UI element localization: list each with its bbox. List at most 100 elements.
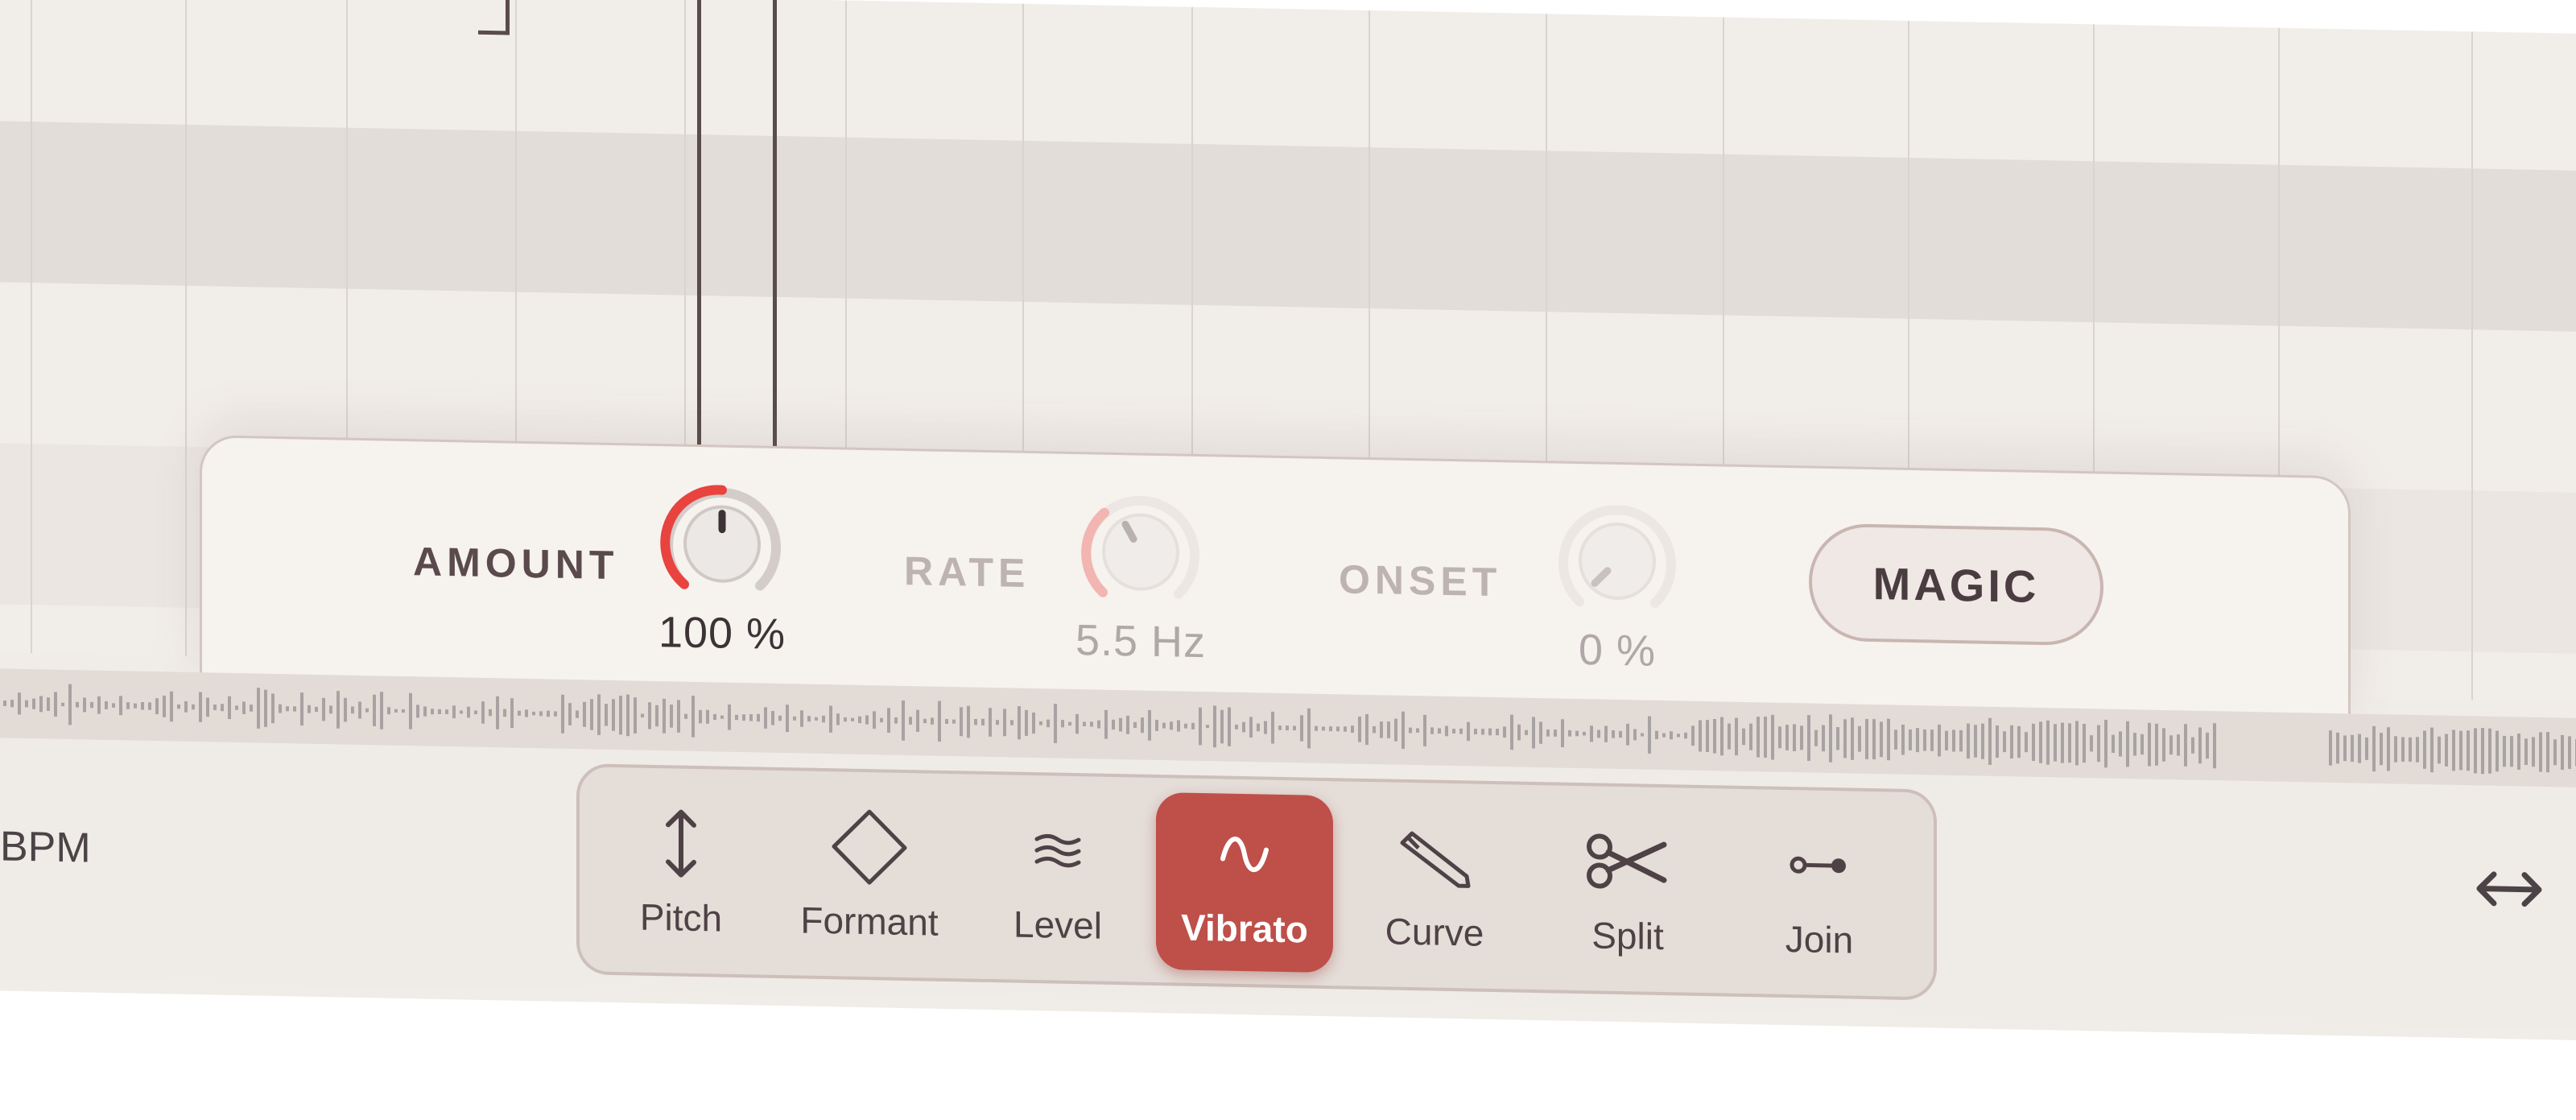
waveform-bar — [2017, 725, 2021, 758]
waveform-bar — [1155, 719, 1158, 731]
waveform-bar — [1075, 713, 1079, 734]
waveform-bar — [1249, 717, 1253, 738]
waveform-bar — [1872, 719, 1876, 760]
waveform-bar — [409, 692, 412, 729]
waveform-bar — [931, 717, 934, 725]
waveform-bar — [2445, 734, 2448, 767]
waveform-bar — [192, 704, 195, 710]
waveform-bar — [1481, 729, 1484, 735]
magic-button[interactable]: MAGIC — [1809, 523, 2103, 647]
grid-line — [185, 0, 187, 656]
waveform-bar — [561, 694, 564, 734]
waveform-bar — [1735, 717, 1738, 756]
waveform-bar — [1235, 724, 1238, 729]
onset-knob[interactable] — [1545, 487, 1690, 634]
waveform-bar — [634, 697, 637, 734]
diamond-icon — [829, 802, 910, 892]
waveform-bar — [365, 708, 369, 713]
waveform-bar — [1713, 718, 1716, 754]
waveform-bar — [1952, 729, 1955, 752]
waveform-bar — [626, 694, 630, 737]
waveform-bar — [1184, 723, 1187, 729]
app-window: AMOUNT 100 % RATE 5.5 Hz ONSET 0 % MAGIC… — [0, 0, 2576, 1120]
waveform-bar — [525, 709, 528, 717]
waveform-bar — [2409, 737, 2412, 762]
note-stem[interactable] — [773, 0, 777, 474]
waveform-bar — [1590, 725, 1593, 742]
tool-join[interactable]: Join — [1731, 804, 1908, 984]
waveform-bar — [1749, 723, 1752, 750]
waveform-bar — [2075, 721, 2079, 766]
waveform-bar — [605, 704, 608, 726]
waveform-bar — [1300, 715, 1303, 742]
waveform-bar — [213, 704, 217, 711]
waveform-bar — [1423, 714, 1426, 746]
amount-value: 100 % — [658, 608, 786, 659]
waveform-bar — [2452, 729, 2455, 771]
waveform-bar — [1387, 721, 1390, 738]
waveform-bar — [967, 705, 970, 738]
amount-knob[interactable] — [650, 470, 795, 618]
knob-icon — [660, 485, 781, 591]
waveform-bar — [1742, 728, 1745, 746]
waveform-bar — [1365, 713, 1368, 746]
waveform-bar — [945, 718, 948, 725]
waveform-bar — [1583, 731, 1586, 736]
expand-horizontal-icon[interactable] — [2473, 856, 2545, 922]
tool-pitch[interactable]: Pitch — [592, 782, 770, 962]
waveform-bar — [1525, 729, 1528, 735]
waveform-bar — [836, 713, 840, 725]
waveform-bar — [293, 706, 296, 712]
waveform-bar — [496, 696, 499, 729]
waveform-bar — [1916, 728, 1919, 753]
waveform-bar — [590, 699, 593, 730]
waveform-bar — [749, 714, 753, 721]
waveform-bar — [1865, 718, 1868, 759]
waveform-bar — [387, 707, 390, 715]
waveform-bar — [1822, 725, 1825, 752]
waveform-bar — [1488, 728, 1492, 736]
waveform-bar — [2198, 727, 2202, 764]
waveform-bar — [228, 696, 231, 720]
waveform-bar — [1459, 728, 1463, 734]
rate-knob[interactable] — [1068, 478, 1213, 626]
tool-split[interactable]: Split — [1539, 800, 1716, 980]
grid-row-band — [0, 121, 2576, 333]
waveform-bar — [206, 697, 209, 717]
waveform-bar — [880, 717, 883, 723]
waveform-bar — [1880, 721, 1883, 758]
tool-curve[interactable]: Curve — [1346, 796, 1523, 976]
waveform-bar — [1670, 731, 1673, 740]
waveform-bar — [938, 701, 941, 742]
waveform-bar — [728, 704, 731, 730]
waveform-bar — [1119, 717, 1122, 732]
waveform-bar — [1467, 721, 1470, 742]
waveform-bar — [286, 706, 289, 712]
waveform-bar — [1517, 724, 1521, 741]
waveform-bar — [1938, 724, 1941, 757]
bpm-label: BPM — [0, 823, 91, 872]
scissors-icon — [1583, 816, 1672, 907]
waveform-bar — [597, 694, 601, 736]
waveform-bar — [1699, 720, 1702, 752]
waveform-bar — [2090, 735, 2093, 752]
onset-label: ONSET — [1339, 556, 1502, 605]
waveform-bar — [2474, 728, 2477, 774]
waveform-bar — [894, 717, 898, 724]
waveform-bar — [1894, 729, 1897, 750]
tool-formant[interactable]: Formant — [781, 785, 958, 965]
waveform-bar — [2336, 732, 2339, 764]
rate-value: 5.5 Hz — [1075, 616, 1207, 667]
waveform-bar — [1887, 718, 1890, 761]
tool-vibrato[interactable]: Vibrato — [1156, 791, 1333, 973]
tool-label: Curve — [1385, 910, 1484, 954]
waveform-bar — [105, 701, 108, 709]
waveform-bar — [670, 705, 673, 728]
waveform-bar — [1083, 721, 1086, 727]
tool-level[interactable]: Level — [969, 789, 1146, 969]
waveform-bar — [2206, 732, 2209, 759]
waveform-bar — [1286, 725, 1289, 731]
note-stem[interactable] — [697, 0, 701, 473]
pencil-icon — [1394, 813, 1475, 903]
waveform-bar — [329, 705, 332, 714]
